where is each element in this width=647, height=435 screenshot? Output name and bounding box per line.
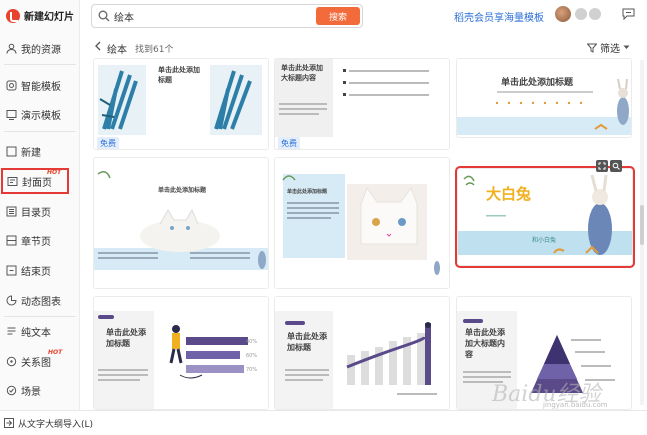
thumbnail-image: [457, 59, 631, 137]
section-icon: [5, 234, 17, 246]
cover-page-icon: [6, 175, 18, 187]
sidebar-item-label: 纯文本: [21, 327, 51, 339]
sidebar-item-toc-page[interactable]: 目录页: [0, 198, 80, 224]
smart-template-icon: [5, 79, 17, 91]
sidebar-item-plain-text[interactable]: 纯文本: [0, 318, 80, 344]
app-brand: 新建幻灯片: [6, 8, 74, 23]
sidebar-item-label: 新建: [21, 147, 41, 159]
sidebar-item-label: 关系图: [21, 357, 51, 369]
zoom-icon: [598, 162, 606, 170]
search-icon: [98, 10, 110, 25]
membership-promo-link[interactable]: 稻壳会员享海量模板: [454, 9, 544, 24]
watermark-url: jingyan.baidu.com: [543, 401, 608, 409]
hot-badge: HOT: [48, 349, 63, 356]
relation-icon: [5, 355, 17, 367]
hot-badge: HOT: [47, 169, 62, 176]
divider: [4, 131, 76, 132]
bar-value-label: 60%: [246, 353, 258, 359]
favorite-button[interactable]: [610, 160, 622, 172]
vip-badge-icon[interactable]: [575, 8, 587, 20]
back-chevron-icon[interactable]: [94, 41, 102, 54]
text-icon: [5, 325, 17, 337]
app-title: 新建幻灯片: [24, 12, 74, 23]
search-input[interactable]: [114, 8, 304, 24]
thumbnail-title: 单击此处添加大标题内容: [281, 63, 323, 82]
thumbnail-title: 单击此处添加标题: [501, 78, 574, 88]
filter-button[interactable]: 筛选: [587, 40, 630, 55]
bar-value-label: 70%: [246, 367, 258, 373]
sidebar-item-dynamic-chart[interactable]: 动态图表: [0, 287, 80, 313]
presentation-icon: [5, 108, 17, 120]
sidebar-item-label: 章节页: [21, 236, 51, 248]
chevron-down-icon: [623, 45, 630, 49]
divider: [4, 316, 76, 317]
template-card-selected[interactable]: 大白兔 和小白兔: [455, 166, 635, 268]
level-badge-icon[interactable]: [589, 8, 601, 20]
sidebar-item-label: 智能模板: [21, 81, 61, 93]
sidebar-item-label: 演示模板: [21, 110, 61, 122]
template-card[interactable]: 单击此处添加标题: [93, 157, 269, 289]
sidebar-item-scene[interactable]: 场景: [0, 377, 80, 403]
template-card[interactable]: 单击此处添加标题: [274, 296, 450, 410]
thumbnail-image: [458, 169, 632, 265]
sidebar-item-my-resources[interactable]: 我的资源: [0, 35, 80, 61]
filter-icon: [587, 43, 597, 53]
thumbnail-title: 单击此处添加大标题内容: [465, 327, 505, 359]
thumbnail-image: [94, 297, 268, 409]
scrollbar-thumb[interactable]: [640, 205, 644, 245]
user-icon: [5, 42, 17, 54]
sidebar-item-section-page[interactable]: 章节页: [0, 227, 80, 253]
thumbnail-image: [275, 297, 449, 409]
preview-button[interactable]: [596, 160, 608, 172]
thumbnail-image: [94, 158, 268, 288]
results-count: 找到61个: [135, 45, 174, 55]
thumbnail-title: 大白兔: [486, 185, 532, 203]
thumbnail-title: 单击此处添加标题: [106, 327, 146, 348]
sidebar-item-relationship-chart[interactable]: 关系图 HOT: [0, 348, 80, 374]
sidebar: 新建幻灯片 我的资源 智能模板 演示模板 新建 封面页 HOT 目录页 章节页 …: [0, 0, 80, 435]
thumbnail-subtitle: 和小白兔: [532, 237, 557, 244]
free-tag: 免费: [97, 137, 119, 149]
template-card[interactable]: 单击此处添加标题: [456, 58, 632, 138]
chart-icon: [5, 294, 17, 306]
search-box: 搜索: [91, 4, 363, 28]
avatar[interactable]: [555, 6, 571, 22]
thumbnail-title: 单击此处添加标题: [158, 65, 200, 84]
thumbnail-title: 单击此处添加标题: [287, 331, 327, 352]
card-hover-tools: [596, 160, 622, 172]
thumbnail-title: 单击此处添加标题: [158, 187, 207, 194]
thumbnail-title: 单击此处添加标题: [287, 189, 328, 195]
thumbnail-image: [275, 158, 449, 288]
message-icon[interactable]: [622, 8, 635, 23]
template-card[interactable]: 单击此处添加大标题内容 免费: [274, 58, 450, 150]
sidebar-item-label: 目录页: [21, 207, 51, 219]
toc-icon: [5, 205, 17, 217]
sidebar-item-label: 结束页: [21, 266, 51, 278]
import-outline-bar[interactable]: 从文字大纲导入(L): [0, 410, 647, 435]
sidebar-item-smart-templates[interactable]: 智能模板: [0, 72, 80, 98]
import-outline-label: 从文字大纲导入(L): [18, 419, 94, 430]
wps-logo-icon: [6, 8, 20, 23]
search-button[interactable]: 搜索: [316, 7, 360, 25]
divider: [4, 64, 76, 65]
sidebar-item-cover-page[interactable]: 封面页 HOT: [1, 168, 69, 194]
bar-value-label: 40%: [246, 339, 258, 345]
blank-page-icon: [5, 145, 17, 157]
scene-icon: [5, 384, 17, 396]
sidebar-item-end-page[interactable]: 结束页: [0, 257, 80, 283]
template-card[interactable]: 单击此处添加标题: [274, 157, 450, 289]
sidebar-item-new[interactable]: 新建: [0, 138, 80, 164]
results-title: 绘本: [107, 45, 127, 56]
sidebar-item-presentation-templates[interactable]: 演示模板: [0, 101, 80, 127]
sidebar-item-label: 动态图表: [21, 296, 61, 308]
import-icon: [4, 418, 14, 428]
template-card[interactable]: 单击此处添加标题 40% 60% 70%: [93, 296, 269, 410]
template-card[interactable]: 单击此处添加标题 免费: [93, 58, 269, 150]
sidebar-item-label: 我的资源: [21, 44, 61, 56]
free-tag: 免费: [278, 137, 300, 149]
filter-label: 筛选: [600, 44, 620, 55]
end-page-icon: [5, 264, 17, 276]
sidebar-item-label: 场景: [21, 386, 41, 398]
search-icon: [612, 162, 620, 170]
